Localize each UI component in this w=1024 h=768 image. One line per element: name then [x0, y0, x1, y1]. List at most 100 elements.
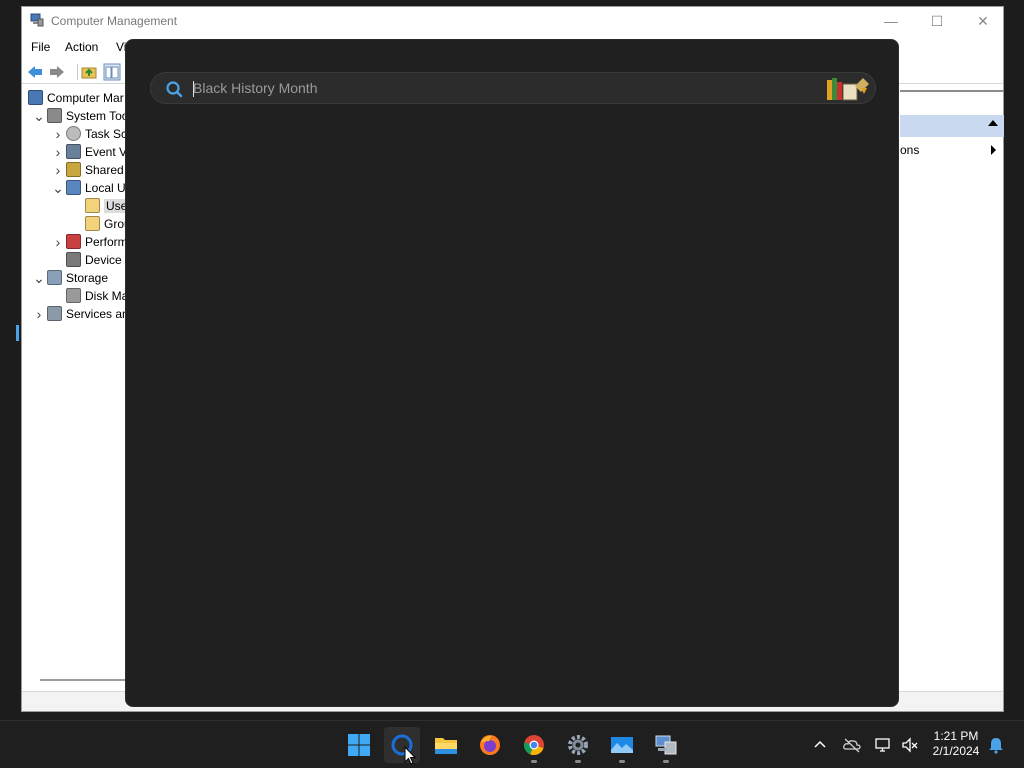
- event-viewer-icon: [66, 144, 81, 159]
- tree-item[interactable]: Computer Mar: [22, 89, 126, 107]
- tree-item-label: Local U: [85, 181, 126, 195]
- collapse-chevron-icon[interactable]: ⌄: [52, 181, 64, 195]
- running-indicator: [619, 760, 625, 763]
- taskbar-firefox[interactable]: [472, 727, 508, 763]
- collapse-chevron-icon[interactable]: ⌄: [33, 109, 45, 123]
- tree-item[interactable]: Disk Ma: [22, 287, 129, 305]
- network-icon[interactable]: [874, 735, 894, 755]
- users-icon: [66, 180, 81, 195]
- clock-date: 2/1/2024: [932, 744, 980, 758]
- volume-muted-icon[interactable]: [900, 735, 920, 755]
- tree-item-label: Services an: [66, 307, 129, 321]
- notification-bell-icon[interactable]: [986, 735, 1006, 755]
- tree-item[interactable]: Use: [22, 197, 130, 215]
- tree-item-label: Task Sc: [85, 127, 128, 141]
- expand-chevron-icon[interactable]: ›: [52, 235, 64, 249]
- services-icon: [47, 306, 62, 321]
- actions-header[interactable]: [900, 115, 1004, 137]
- back-arrow-icon[interactable]: [26, 63, 44, 81]
- running-indicator: [575, 760, 581, 763]
- shared-folder-icon: [66, 162, 81, 177]
- tree-item-label: Perform: [85, 235, 128, 249]
- tree-item[interactable]: › Services an: [22, 305, 129, 323]
- show-hidden-icons-chevron-icon[interactable]: [810, 735, 830, 755]
- taskbar-chrome[interactable]: [516, 727, 552, 763]
- expand-chevron-icon[interactable]: ›: [33, 307, 45, 321]
- tree-item-label: Storage: [66, 271, 109, 285]
- title-bar[interactable]: Computer Management — ☐ ✕: [22, 7, 1003, 35]
- menu-action[interactable]: Action: [65, 40, 98, 54]
- tree-item[interactable]: Device: [22, 251, 126, 269]
- taskbar-file-explorer[interactable]: [428, 727, 464, 763]
- tree-item[interactable]: ⌄ Local U: [22, 179, 126, 197]
- onedrive-cloud-icon[interactable]: [842, 735, 862, 755]
- mouse-pointer-icon: [404, 746, 416, 765]
- taskbar-computer-management[interactable]: [648, 727, 684, 763]
- collapse-arrow-icon[interactable]: [988, 120, 998, 126]
- actions-divider: [900, 90, 1004, 92]
- expand-chevron-icon[interactable]: ›: [52, 163, 64, 177]
- tools-icon: [47, 108, 62, 123]
- taskbar-photos[interactable]: [604, 727, 640, 763]
- tree-item[interactable]: ⌄ Storage: [22, 269, 126, 287]
- tree-item-label: Shared: [85, 163, 124, 177]
- actions-more-item[interactable]: ons: [900, 141, 1004, 159]
- search-box[interactable]: [150, 72, 876, 104]
- computer-management-icon: [28, 90, 43, 105]
- search-highlight-books-icon[interactable]: [825, 74, 873, 102]
- tree-item[interactable]: › Event V: [22, 143, 128, 161]
- minimize-button[interactable]: —: [868, 7, 914, 35]
- folder-icon: [85, 198, 100, 213]
- close-button[interactable]: ✕: [960, 7, 1006, 35]
- taskbar: 1:21 PM 2/1/2024: [0, 720, 1024, 768]
- system-clock[interactable]: 1:21 PM 2/1/2024: [928, 729, 984, 759]
- tree-item[interactable]: › Shared: [22, 161, 126, 179]
- remote-desktop-icon: [655, 735, 677, 755]
- computer-management-icon: [30, 13, 44, 27]
- expand-chevron-icon[interactable]: ›: [52, 145, 64, 159]
- collapse-chevron-icon[interactable]: ⌄: [33, 271, 45, 285]
- desktop-edge-indicator: [16, 325, 19, 341]
- tree-item[interactable]: › Task Sc: [22, 125, 128, 143]
- search-input[interactable]: [193, 77, 813, 99]
- text-caret: [193, 81, 194, 97]
- photos-icon: [611, 737, 633, 753]
- device-manager-icon: [66, 252, 81, 267]
- actions-pane: ons: [900, 89, 1004, 689]
- taskbar-settings[interactable]: [560, 727, 596, 763]
- firefox-icon: [480, 735, 500, 755]
- tree-item[interactable]: Grou: [22, 215, 131, 233]
- toolbar-separator: [77, 64, 78, 80]
- performance-icon: [66, 234, 81, 249]
- search-icon: [166, 81, 183, 98]
- running-indicator: [663, 760, 669, 763]
- forward-arrow-icon[interactable]: [48, 63, 66, 81]
- storage-icon: [47, 270, 62, 285]
- chrome-icon: [523, 735, 544, 756]
- running-indicator: [531, 760, 537, 763]
- tree-item[interactable]: › Perform: [22, 233, 128, 251]
- search-panel: [125, 39, 899, 707]
- maximize-button[interactable]: ☐: [914, 7, 960, 35]
- tree-item-label: Event V: [85, 145, 128, 159]
- disk-icon: [66, 288, 81, 303]
- show-hide-tree-icon[interactable]: [103, 63, 121, 81]
- clock-icon: [66, 126, 81, 141]
- actions-item-label: ons: [900, 143, 920, 157]
- tree-item-label: System Too: [66, 109, 129, 123]
- navigation-tree: Computer Mar ⌄ System Too › Task Sc › Event V ›…: [22, 89, 131, 649]
- file-explorer-icon: [435, 738, 457, 754]
- windows-start-icon: [348, 734, 370, 756]
- folder-icon: [85, 216, 100, 231]
- settings-icon: [568, 735, 588, 755]
- clock-time: 1:21 PM: [933, 729, 979, 743]
- menu-file[interactable]: File: [31, 40, 50, 54]
- expand-chevron-icon[interactable]: ›: [52, 127, 64, 141]
- tree-item[interactable]: ⌄ System Too: [22, 107, 129, 125]
- up-folder-icon[interactable]: [80, 63, 98, 81]
- start-button[interactable]: [341, 727, 377, 763]
- horizontal-scrollbar[interactable]: [40, 679, 128, 681]
- tree-item-label: Device: [85, 253, 122, 267]
- tree-item-label: Computer Mar: [47, 91, 124, 105]
- tree-item-label: Disk Ma: [85, 289, 129, 303]
